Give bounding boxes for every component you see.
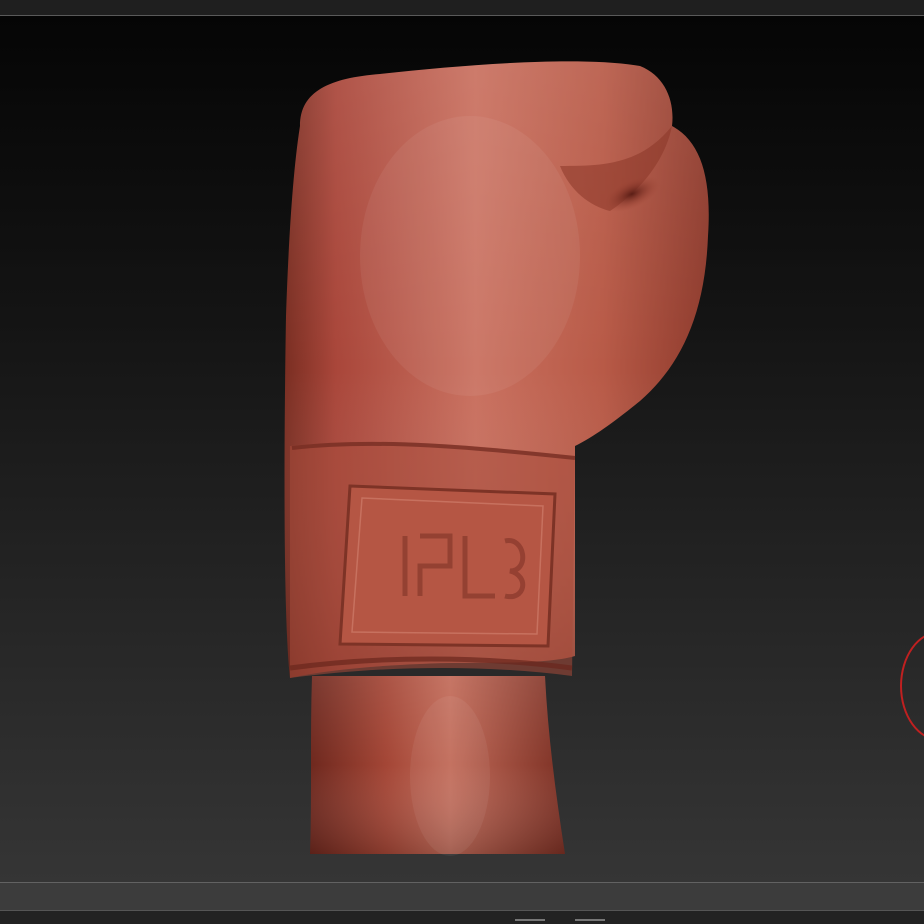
bottom-status-bar bbox=[0, 910, 924, 924]
status-bar-marker bbox=[575, 919, 605, 921]
top-toolbar-edge bbox=[0, 0, 924, 16]
bottom-shelf bbox=[0, 882, 924, 911]
status-bar-marker bbox=[515, 919, 545, 921]
sculpt-app bbox=[0, 0, 924, 924]
boxing-glove-model[interactable] bbox=[0, 16, 924, 882]
sculpt-viewport[interactable] bbox=[0, 16, 924, 882]
